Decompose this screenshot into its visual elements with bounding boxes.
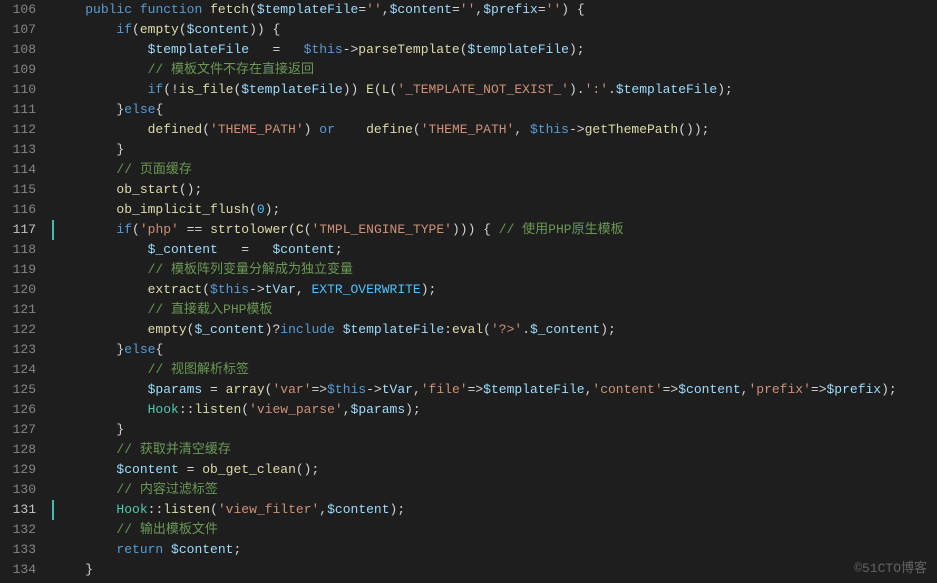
line-number: 123 bbox=[0, 340, 36, 360]
line-number: 120 bbox=[0, 280, 36, 300]
code-line[interactable]: public function fetch($templateFile='',$… bbox=[54, 0, 937, 20]
line-number: 116 bbox=[0, 200, 36, 220]
code-line[interactable]: // 获取并清空缓存 bbox=[54, 440, 937, 460]
line-number: 122 bbox=[0, 320, 36, 340]
code-line[interactable]: } bbox=[54, 560, 937, 580]
line-number: 118 bbox=[0, 240, 36, 260]
line-number: 106 bbox=[0, 0, 36, 20]
line-number: 130 bbox=[0, 480, 36, 500]
line-number: 109 bbox=[0, 60, 36, 80]
code-line[interactable]: Hook::listen('view_parse',$params); bbox=[54, 400, 937, 420]
line-number: 124 bbox=[0, 360, 36, 380]
line-number: 112 bbox=[0, 120, 36, 140]
line-number: 110 bbox=[0, 80, 36, 100]
code-line[interactable]: empty($_content)?include $templateFile:e… bbox=[54, 320, 937, 340]
code-line[interactable]: extract($this->tVar, EXTR_OVERWRITE); bbox=[54, 280, 937, 300]
line-number: 134 bbox=[0, 560, 36, 580]
line-number: 125 bbox=[0, 380, 36, 400]
line-number: 133 bbox=[0, 540, 36, 560]
code-line[interactable]: return $content; bbox=[54, 540, 937, 560]
line-number: 113 bbox=[0, 140, 36, 160]
line-number: 128 bbox=[0, 440, 36, 460]
watermark: ©51CTO博客 bbox=[854, 559, 927, 579]
line-number: 114 bbox=[0, 160, 36, 180]
code-line[interactable]: // 模板阵列变量分解成为独立变量 bbox=[54, 260, 937, 280]
line-number: 126 bbox=[0, 400, 36, 420]
code-line[interactable]: $_content = $content; bbox=[54, 240, 937, 260]
code-line[interactable]: $templateFile = $this->parseTemplate($te… bbox=[54, 40, 937, 60]
line-number-gutter: 1061071081091101111121131141151161171181… bbox=[0, 0, 50, 583]
code-line[interactable]: // 页面缓存 bbox=[54, 160, 937, 180]
code-editor[interactable]: 1061071081091101111121131141151161171181… bbox=[0, 0, 937, 583]
line-number: 129 bbox=[0, 460, 36, 480]
code-line[interactable]: if('php' == strtolower(C('TMPL_ENGINE_TY… bbox=[54, 220, 937, 240]
code-line[interactable]: ob_start(); bbox=[54, 180, 937, 200]
code-line[interactable]: $params = array('var'=>$this->tVar,'file… bbox=[54, 380, 937, 400]
line-number: 108 bbox=[0, 40, 36, 60]
line-number: 119 bbox=[0, 260, 36, 280]
code-line[interactable]: // 输出模板文件 bbox=[54, 520, 937, 540]
line-number: 121 bbox=[0, 300, 36, 320]
code-line[interactable]: } bbox=[54, 420, 937, 440]
code-line[interactable]: // 模板文件不存在直接返回 bbox=[54, 60, 937, 80]
code-line[interactable]: // 直接载入PHP模板 bbox=[54, 300, 937, 320]
code-line[interactable]: if(empty($content)) { bbox=[54, 20, 937, 40]
code-line[interactable]: // 内容过滤标签 bbox=[54, 480, 937, 500]
line-number: 115 bbox=[0, 180, 36, 200]
code-line[interactable]: if(!is_file($templateFile)) E(L('_TEMPLA… bbox=[54, 80, 937, 100]
code-line[interactable]: } bbox=[54, 140, 937, 160]
line-number: 107 bbox=[0, 20, 36, 40]
code-line[interactable]: $content = ob_get_clean(); bbox=[54, 460, 937, 480]
code-area[interactable]: public function fetch($templateFile='',$… bbox=[50, 0, 937, 583]
line-number: 131 bbox=[0, 500, 36, 520]
line-number: 132 bbox=[0, 520, 36, 540]
code-line[interactable]: Hook::listen('view_filter',$content); bbox=[54, 500, 937, 520]
line-number: 117 bbox=[0, 220, 36, 240]
line-number: 111 bbox=[0, 100, 36, 120]
code-line[interactable]: defined('THEME_PATH') or define('THEME_P… bbox=[54, 120, 937, 140]
code-line[interactable]: // 视图解析标签 bbox=[54, 360, 937, 380]
code-line[interactable]: }else{ bbox=[54, 100, 937, 120]
line-number: 127 bbox=[0, 420, 36, 440]
code-line[interactable]: }else{ bbox=[54, 340, 937, 360]
code-line[interactable]: ob_implicit_flush(0); bbox=[54, 200, 937, 220]
